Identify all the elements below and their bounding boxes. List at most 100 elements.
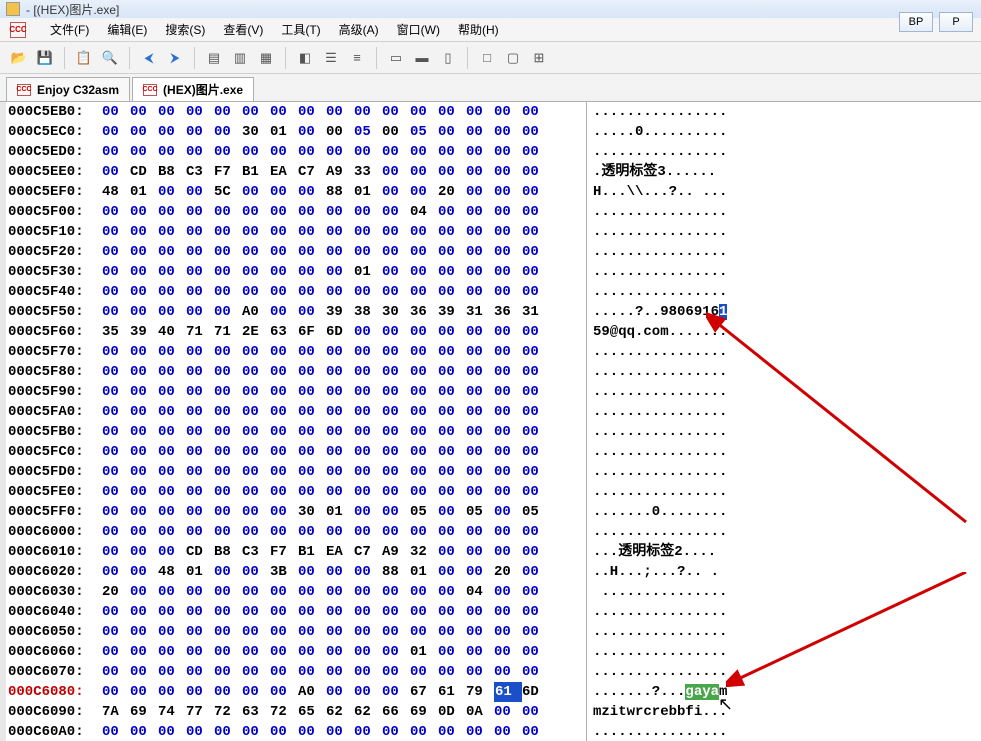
ascii-row[interactable]: ................ — [593, 402, 727, 422]
ascii-row[interactable]: .......0........ — [593, 502, 727, 522]
hex-bytes[interactable]: 00000000000000000000000000000000 — [96, 362, 550, 382]
hex-row[interactable]: 000C5FF0:0000000000000030010000050005000… — [6, 502, 981, 522]
menu-tools[interactable]: 工具(T) — [281, 21, 320, 38]
ascii-row[interactable]: ................ — [593, 362, 727, 382]
hex-bytes[interactable]: 00000000000000000000000000000000 — [96, 722, 550, 741]
hex-bytes[interactable]: 00000000000000000000000000000000 — [96, 222, 550, 242]
hex-bytes[interactable]: 00000000000000000000000000000000 — [96, 242, 550, 262]
hex-bytes[interactable]: 00000000000000000000000000000000 — [96, 522, 550, 542]
ascii-row[interactable]: ................ — [593, 382, 727, 402]
ascii-row[interactable]: ................ — [593, 662, 727, 682]
hex-row[interactable]: 000C5FB0:0000000000000000000000000000000… — [6, 422, 981, 442]
menu-help[interactable]: 帮助(H) — [458, 21, 499, 38]
hex-row[interactable]: 000C6000:0000000000000000000000000000000… — [6, 522, 981, 542]
ascii-row[interactable]: .透明标签3...... — [593, 162, 727, 182]
menu-edit[interactable]: 编辑(E) — [107, 21, 147, 38]
bp-button[interactable]: BP — [899, 12, 933, 32]
ascii-row[interactable]: ................ — [593, 202, 727, 222]
hex-row[interactable]: 000C5F20:0000000000000000000000000000000… — [6, 242, 981, 262]
menu-view[interactable]: 查看(V) — [223, 21, 263, 38]
hex-bytes[interactable]: 00000000003001000005000500000000 — [96, 122, 550, 142]
ascii-row[interactable]: ................ — [593, 442, 727, 462]
hex-bytes[interactable]: 00000000000000000000000000000000 — [96, 662, 550, 682]
hex-bytes[interactable]: 00000000000000000000000000000000 — [96, 422, 550, 442]
hex-row[interactable]: 000C5F00:0000000000000000000000040000000… — [6, 202, 981, 222]
save-icon[interactable]: 💾 — [34, 47, 56, 69]
hex-row[interactable]: 000C5F30:0000000000000000000100000000000… — [6, 262, 981, 282]
hex-bytes[interactable]: 00000000000000000000000100000000 — [96, 642, 550, 662]
hex-row[interactable]: 000C6090:7A69747772637265626266690D0A000… — [6, 702, 981, 722]
menu-window[interactable]: 窗口(W) — [397, 21, 440, 38]
hex-row[interactable]: 000C6040:0000000000000000000000000000000… — [6, 602, 981, 622]
tool9-icon[interactable]: ▯ — [437, 47, 459, 69]
open-icon[interactable]: 📂 — [8, 47, 30, 69]
hex-row[interactable]: 000C5FD0:0000000000000000000000000000000… — [6, 462, 981, 482]
hex-row[interactable]: 000C5F10:0000000000000000000000000000000… — [6, 222, 981, 242]
ascii-row[interactable]: ................ — [593, 522, 727, 542]
back-icon[interactable]: ⮜ — [138, 47, 160, 69]
hex-bytes[interactable]: 00000000000000000000000000000000 — [96, 282, 550, 302]
hex-row[interactable]: 000C5F60:35394071712E636F6D0000000000000… — [6, 322, 981, 342]
ascii-row[interactable]: .......?...gayam — [593, 682, 727, 702]
hex-bytes[interactable]: 00000000000000000000000000000000 — [96, 482, 550, 502]
tool2-icon[interactable]: ▥ — [229, 47, 251, 69]
ascii-row[interactable]: ................ — [593, 342, 727, 362]
hex-bytes[interactable]: 000000CDB8C3F7B1EAC7A93200000000 — [96, 542, 550, 562]
hex-row[interactable]: 000C60A0:0000000000000000000000000000000… — [6, 722, 981, 741]
tool12-icon[interactable]: ⊞ — [528, 47, 550, 69]
hex-row[interactable]: 000C6080:00000000000000A0000000676179616… — [6, 682, 981, 702]
hex-bytes[interactable]: 00000000000000000000000000000000 — [96, 602, 550, 622]
ascii-row[interactable]: ................ — [593, 422, 727, 442]
forward-icon[interactable]: ⮞ — [164, 47, 186, 69]
ascii-row[interactable]: ................ — [593, 142, 727, 162]
hex-bytes[interactable]: 00000000000000300100000500050005 — [96, 502, 550, 522]
tool11-icon[interactable]: ▢ — [502, 47, 524, 69]
tab-c32asm[interactable]: CCC Enjoy C32asm — [6, 77, 130, 101]
ascii-row[interactable]: 59@qq.com....... — [593, 322, 727, 342]
hex-bytes[interactable]: 0000000000A000003938303639313631 — [96, 302, 550, 322]
tool4-icon[interactable]: ◧ — [294, 47, 316, 69]
hex-row[interactable]: 000C5FA0:0000000000000000000000000000000… — [6, 402, 981, 422]
ascii-row[interactable]: ................ — [593, 222, 727, 242]
ascii-row[interactable]: ...透明标签2.... — [593, 542, 727, 562]
hex-row[interactable]: 000C5EB0:0000000000000000000000000000000… — [6, 102, 981, 122]
ascii-row[interactable]: .....?..98069161 — [593, 302, 727, 322]
hex-bytes[interactable]: 00000000000000000000000000000000 — [96, 462, 550, 482]
hex-bytes[interactable]: 00000000000000000000000000000000 — [96, 142, 550, 162]
hex-row[interactable]: 000C5ED0:0000000000000000000000000000000… — [6, 142, 981, 162]
hex-row[interactable]: 000C5EE0:00CDB8C3F7B1EAC7A93300000000000… — [6, 162, 981, 182]
hex-bytes[interactable]: 00000000000000000000000000000000 — [96, 402, 550, 422]
hex-row[interactable]: 000C5FC0:0000000000000000000000000000000… — [6, 442, 981, 462]
ascii-row[interactable]: ................ — [593, 242, 727, 262]
ascii-row[interactable]: ................ — [593, 462, 727, 482]
ascii-row[interactable]: ................ — [593, 482, 727, 502]
hex-row[interactable]: 000C6020:0000480100003B00000088010000200… — [6, 562, 981, 582]
tab-hex-file[interactable]: CCC (HEX)图片.exe — [132, 77, 254, 101]
hex-bytes[interactable]: 00000000000000000001000000000000 — [96, 262, 550, 282]
hex-row[interactable]: 000C6030:2000000000000000000000000004000… — [6, 582, 981, 602]
menu-advanced[interactable]: 高级(A) — [339, 21, 379, 38]
hex-row[interactable]: 000C5F40:0000000000000000000000000000000… — [6, 282, 981, 302]
hex-row[interactable]: 000C5F70:0000000000000000000000000000000… — [6, 342, 981, 362]
tool8-icon[interactable]: ▬ — [411, 47, 433, 69]
hex-bytes[interactable]: 00000000000000000000000000000000 — [96, 382, 550, 402]
menu-file[interactable]: 文件(F) — [50, 21, 89, 38]
hex-row[interactable]: 000C6050:0000000000000000000000000000000… — [6, 622, 981, 642]
hex-bytes[interactable]: 35394071712E636F6D00000000000000 — [96, 322, 550, 342]
hex-viewer[interactable]: 000C5EB0:0000000000000000000000000000000… — [0, 102, 981, 741]
hex-bytes[interactable]: 00000000000000A0000000676179616D — [96, 682, 550, 702]
ascii-row[interactable]: .....0.......... — [593, 122, 727, 142]
find-icon[interactable]: 🔍 — [99, 47, 121, 69]
hex-bytes[interactable]: 00000000000000000000000000000000 — [96, 102, 550, 122]
ascii-row[interactable]: ..H...;...?.. . — [593, 562, 727, 582]
hex-bytes[interactable]: 00000000000000000000000000000000 — [96, 622, 550, 642]
ascii-row[interactable]: mzitwrcrebbfi... — [593, 702, 727, 722]
p-button[interactable]: P — [939, 12, 973, 32]
ascii-row[interactable]: ................ — [593, 622, 727, 642]
tool5-icon[interactable]: ☰ — [320, 47, 342, 69]
hex-row[interactable]: 000C5FE0:0000000000000000000000000000000… — [6, 482, 981, 502]
ascii-row[interactable]: ............... — [593, 582, 727, 602]
hex-row[interactable]: 000C5EC0:0000000000300100000500050000000… — [6, 122, 981, 142]
hex-bytes[interactable]: 20000000000000000000000000040000 — [96, 582, 550, 602]
hex-bytes[interactable]: 0000480100003B000000880100002000 — [96, 562, 550, 582]
